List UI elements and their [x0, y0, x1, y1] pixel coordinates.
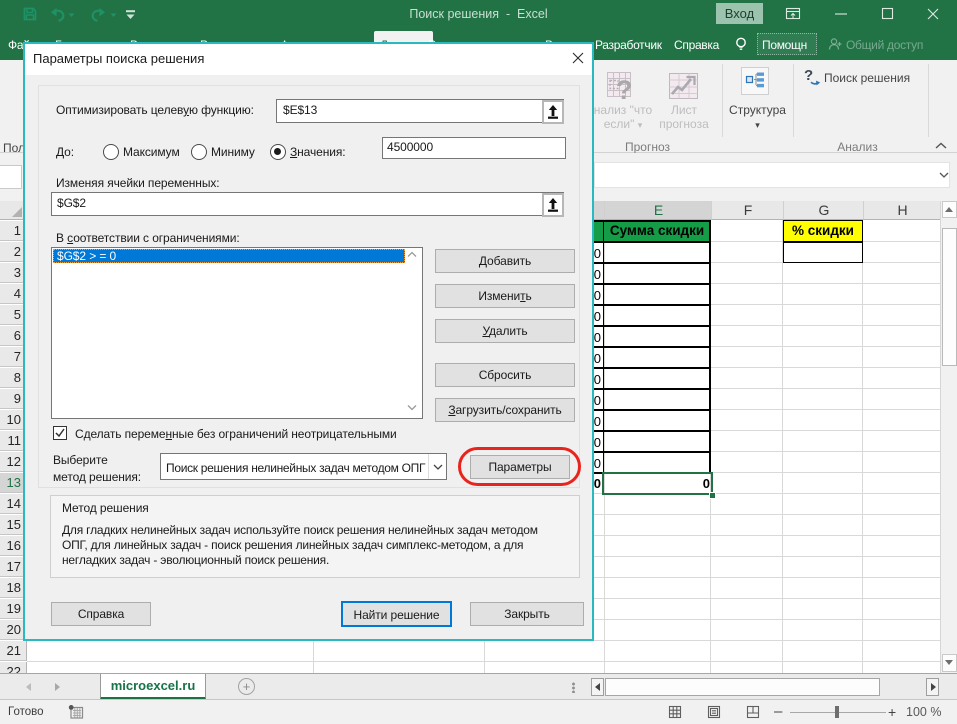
svg-text:?: ? [616, 75, 633, 104]
svg-text:?: ? [804, 67, 813, 84]
